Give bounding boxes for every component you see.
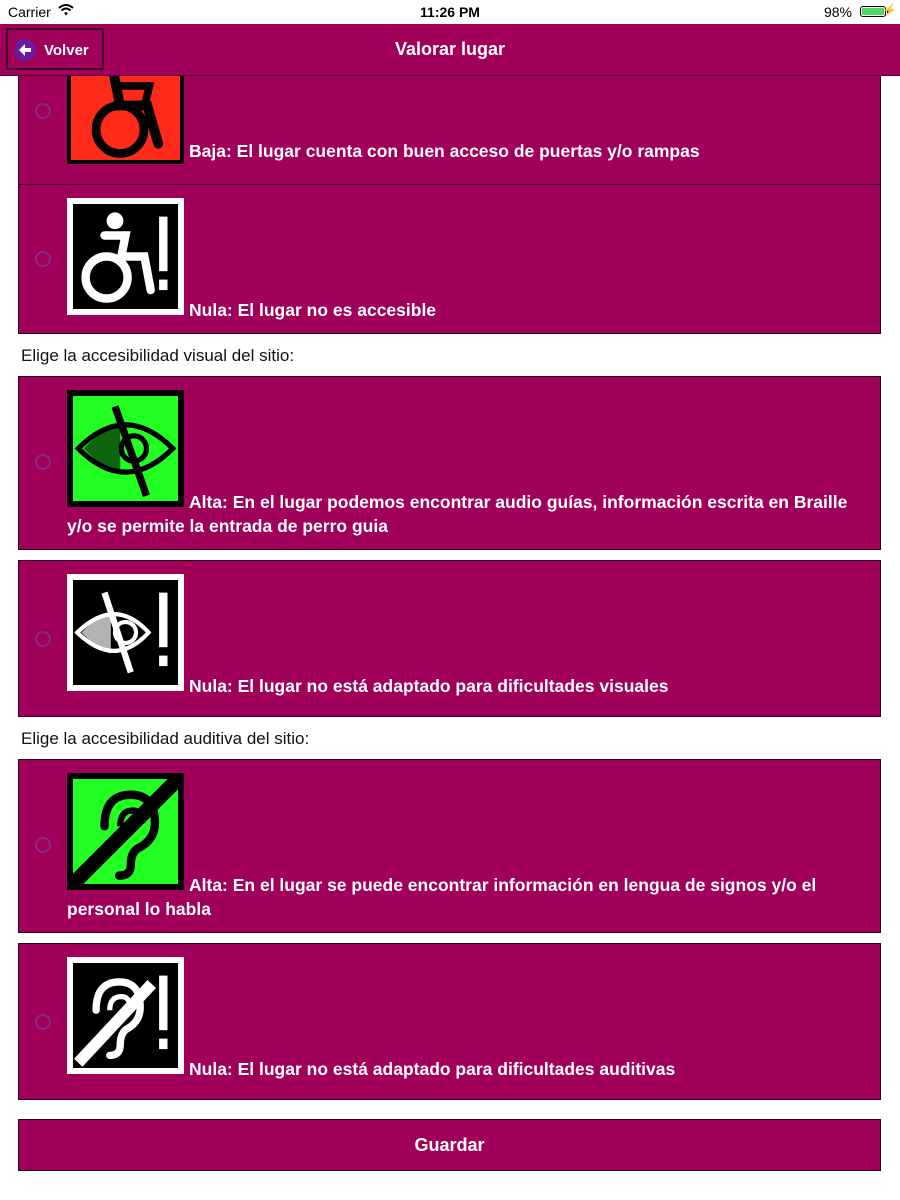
status-bar: Carrier 11:26 PM 98% ⚡ [0, 0, 900, 24]
scroll-content[interactable]: Baja: El lugar cuenta con buen acceso de… [0, 76, 900, 1200]
option-text: Nula: El lugar no es accesible [189, 300, 437, 320]
radio-visual-none[interactable] [35, 631, 51, 647]
option-card-motor-low[interactable]: Baja: El lugar cuenta con buen acceso de… [18, 76, 881, 185]
option-text: Baja: El lugar cuenta con buen acceso de… [189, 141, 700, 161]
radio-visual-high[interactable] [35, 454, 51, 470]
charging-icon: ⚡ [882, 3, 897, 17]
battery-percent: 98% [823, 4, 852, 20]
radio-motor-none[interactable] [35, 251, 51, 267]
option-text: Alta: En el lugar podemos encontrar audi… [67, 492, 848, 536]
section-label-visual: Elige la accesibilidad visual del sitio: [21, 346, 295, 365]
option-text: Nula: El lugar no está adaptado para dif… [189, 676, 669, 696]
option-text: Nula: El lugar no está adaptado para dif… [189, 1059, 676, 1079]
save-button[interactable]: Guardar [18, 1119, 881, 1171]
option-text: Alta: En el lugar se puede encontrar inf… [67, 875, 817, 919]
option-card-visual-none[interactable]: Nula: El lugar no está adaptado para dif… [18, 560, 881, 717]
radio-motor-low[interactable] [35, 103, 51, 119]
option-card-motor-none[interactable]: Nula: El lugar no es accesible [18, 184, 881, 334]
option-card-auditory-high[interactable]: Alta: En el lugar se puede encontrar inf… [18, 759, 881, 933]
radio-auditory-high[interactable] [35, 837, 51, 853]
radio-auditory-none[interactable] [35, 1014, 51, 1030]
option-card-visual-high[interactable]: Alta: En el lugar podemos encontrar audi… [18, 376, 881, 550]
option-card-auditory-none[interactable]: Nula: El lugar no está adaptado para dif… [18, 943, 881, 1100]
section-label-auditory: Elige la accesibilidad auditiva del siti… [21, 729, 310, 748]
page-title: Valorar lugar [394, 39, 506, 59]
nav-bar: Volver Valorar lugar [0, 24, 900, 76]
clock: 11:26 PM [420, 4, 480, 20]
